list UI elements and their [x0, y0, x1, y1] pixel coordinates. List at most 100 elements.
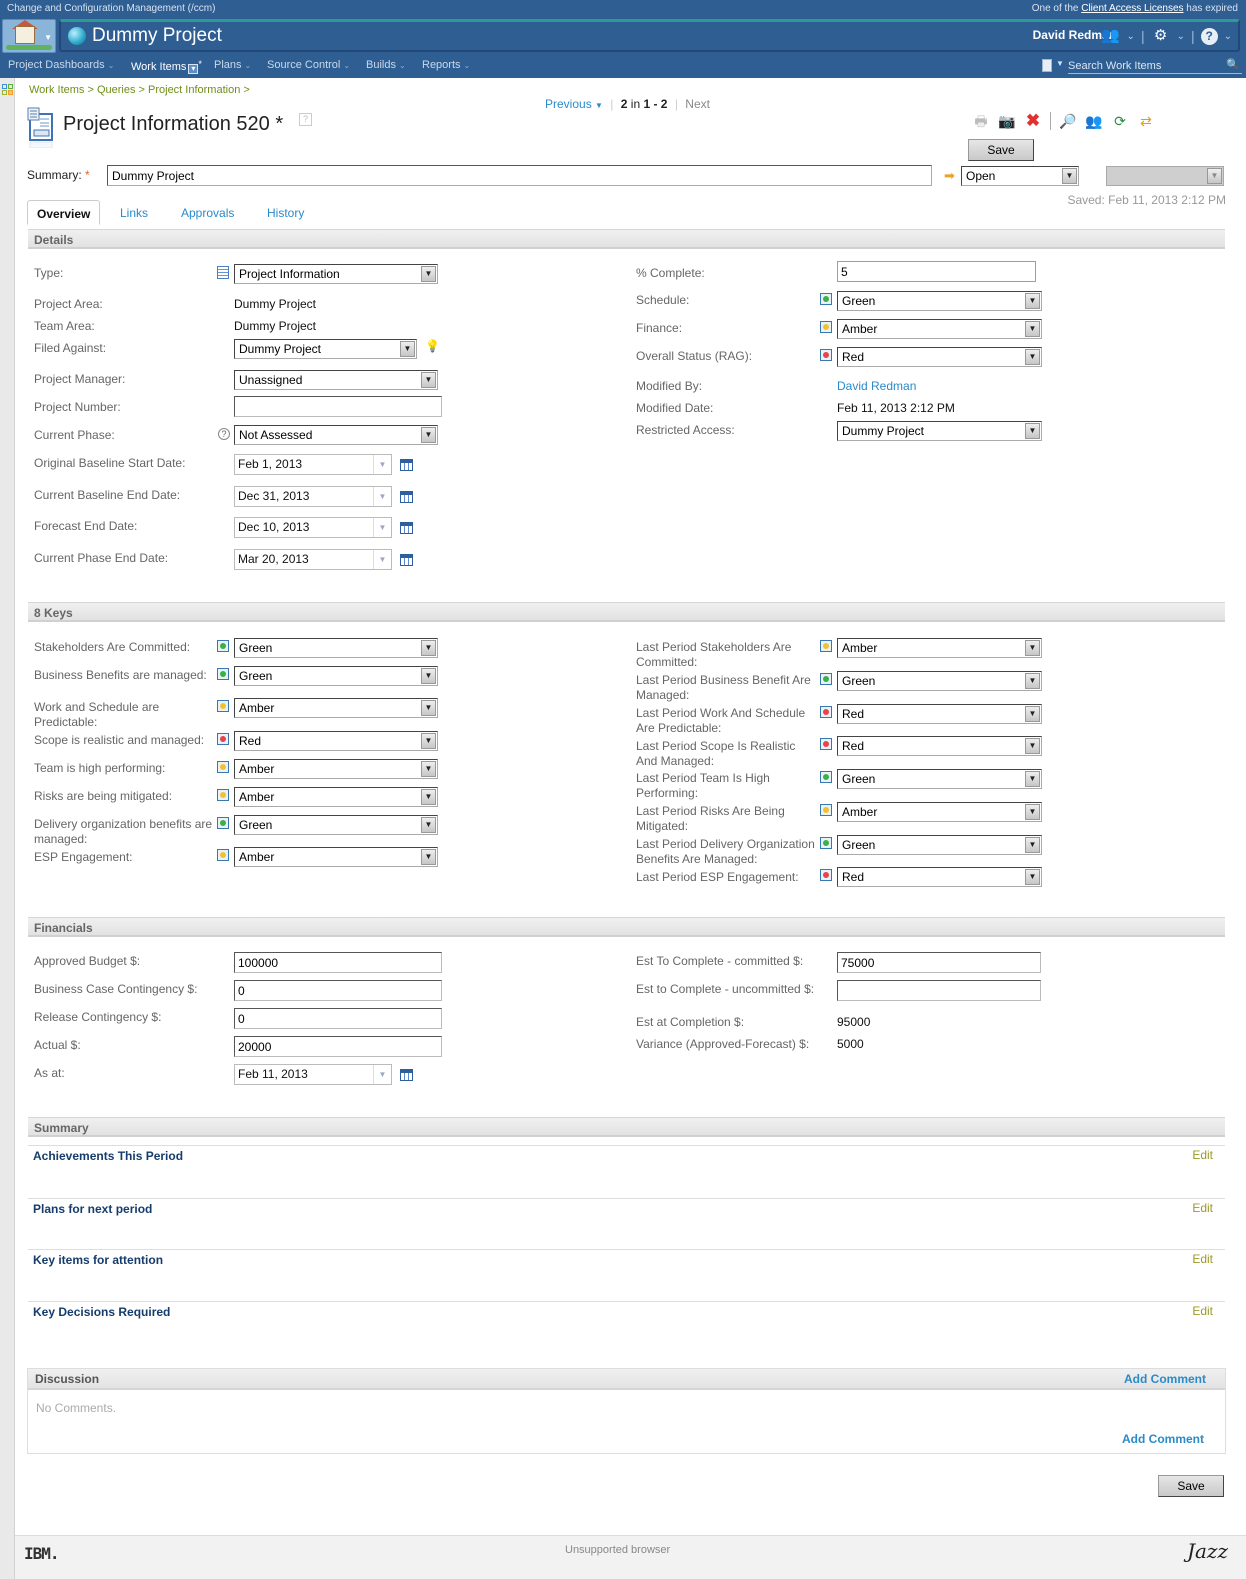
breadcrumb[interactable]: Work Items > Queries > Project Informati… [29, 84, 250, 96]
save-button-bottom[interactable]: Save [1158, 1475, 1224, 1497]
key-select-risks-are-being-mitigated[interactable]: Amber ▼ [234, 787, 438, 807]
current-phase-select[interactable]: Not Assessed ▼ [234, 425, 438, 445]
forecast-end-date[interactable]: Dec 10, 2013 ▼ [234, 517, 392, 538]
calendar-icon[interactable] [400, 554, 413, 566]
chevron-down-icon[interactable]: ▼ [1025, 673, 1040, 689]
key-select-last-period-stakeholders-are-committed[interactable]: Amber ▼ [837, 638, 1042, 658]
key-select-esp-engagement[interactable]: Amber ▼ [234, 847, 438, 867]
nav-project-dashboards[interactable]: Project Dashboards ⌄ [8, 59, 114, 71]
key-select-last-period-esp-engagement[interactable]: Red ▼ [837, 867, 1042, 887]
key-select-work-and-schedule-are-predictable[interactable]: Amber ▼ [234, 698, 438, 718]
chevron-down-icon[interactable]: ▼ [421, 761, 436, 777]
summary-input[interactable] [107, 165, 932, 186]
key-select-scope-is-realistic-and-managed[interactable]: Red ▼ [234, 731, 438, 751]
next-link[interactable]: Next [685, 97, 710, 111]
chevron-down-icon[interactable]: ▼ [373, 487, 391, 506]
query-list-icon[interactable] [1042, 59, 1052, 72]
chevron-down-icon[interactable]: ▼ [373, 518, 391, 537]
nav-reports[interactable]: Reports ⌄ [422, 59, 470, 71]
chevron-down-icon[interactable]: ▼ [1025, 321, 1040, 337]
original-baseline-start-date[interactable]: Feb 1, 2013 ▼ [234, 454, 392, 475]
chevron-down-icon[interactable]: ⌄ [1127, 31, 1135, 42]
calendar-icon[interactable] [400, 1069, 413, 1081]
chevron-down-icon[interactable]: ▼ [421, 668, 436, 684]
chevron-down-icon[interactable]: ▼ [1025, 706, 1040, 722]
calendar-icon[interactable] [400, 491, 413, 503]
key-select-team-is-high-performing[interactable]: Amber ▼ [234, 759, 438, 779]
snapshot-icon[interactable]: 📷 [998, 112, 1016, 130]
key-select-business-benefits-are-managed[interactable]: Green ▼ [234, 666, 438, 686]
tab-overview[interactable]: Overview [27, 200, 101, 225]
chevron-down-icon[interactable]: ▼ [1025, 640, 1040, 656]
etc-committed-input[interactable] [837, 952, 1041, 973]
business-case-contingency-input[interactable] [234, 980, 442, 1001]
chevron-down-icon[interactable]: ▼ [373, 1065, 391, 1084]
search-input[interactable] [1068, 58, 1242, 74]
chevron-down-icon[interactable]: ▼ [421, 266, 436, 282]
chevron-down-icon[interactable]: ▼ [1062, 168, 1077, 184]
nav-work-items[interactable]: Work Items ▾ * [131, 59, 202, 74]
edit-key-decisions-link[interactable]: Edit [1192, 1304, 1213, 1318]
actual-input[interactable] [234, 1036, 442, 1057]
tab-approvals[interactable]: Approvals [172, 200, 243, 225]
type-select[interactable]: Project Information ▼ [234, 264, 438, 284]
key-select-last-period-risks-are-being-mitigated[interactable]: Amber ▼ [837, 802, 1042, 822]
chevron-down-icon[interactable]: ▼ [421, 733, 436, 749]
chevron-down-icon[interactable]: ▼ [400, 341, 415, 357]
home-menu-button[interactable]: ▼ [2, 19, 56, 53]
help-icon[interactable]: ? [299, 113, 312, 126]
edit-key-items-link[interactable]: Edit [1192, 1252, 1213, 1266]
edit-plans-link[interactable]: Edit [1192, 1201, 1213, 1215]
client-access-licenses-link[interactable]: Client Access Licenses [1081, 3, 1183, 14]
restricted-access-select[interactable]: Dummy Project ▼ [837, 421, 1042, 441]
modified-by-link[interactable]: David Redman [837, 379, 916, 393]
chevron-down-icon[interactable]: ▼ [1025, 423, 1040, 439]
key-select-stakeholders-are-committed[interactable]: Green ▼ [234, 638, 438, 658]
calendar-icon[interactable] [400, 522, 413, 534]
chevron-down-icon[interactable]: ▼ [1025, 771, 1040, 787]
chevron-down-icon[interactable]: ▼ [1025, 804, 1040, 820]
chevron-down-icon[interactable]: ⌄ [1177, 31, 1185, 42]
dropdown-icon[interactable]: ▾ [188, 64, 199, 74]
chevron-down-icon[interactable]: ▼ [1025, 869, 1040, 885]
key-select-delivery-organization-benefits-are-managed[interactable]: Green ▼ [234, 815, 438, 835]
finance-select[interactable]: Amber ▼ [837, 319, 1042, 339]
save-button[interactable]: Save [968, 139, 1034, 161]
suggest-category-icon[interactable]: 💡 [425, 339, 440, 354]
chevron-down-icon[interactable]: ▼ [421, 372, 436, 388]
chevron-down-icon[interactable]: ▼ [1025, 738, 1040, 754]
link-icon[interactable]: ⇄ [1137, 112, 1155, 130]
chevron-down-icon[interactable]: ▼ [421, 789, 436, 805]
subscribers-icon[interactable]: 👥 [1085, 112, 1103, 130]
project-title[interactable]: Dummy Project [92, 25, 222, 47]
key-select-last-period-work-and-schedule-are-predictable[interactable]: Red ▼ [837, 704, 1042, 724]
key-select-last-period-business-benefit-are-managed[interactable]: Green ▼ [837, 671, 1042, 691]
chevron-down-icon[interactable]: ▼ [1025, 293, 1040, 309]
chevron-down-icon[interactable]: ⌄ [1224, 31, 1232, 42]
tab-links[interactable]: Links [111, 200, 157, 225]
chevron-down-icon[interactable]: ▼ [373, 455, 391, 474]
add-comment-link-bottom[interactable]: Add Comment [1122, 1432, 1204, 1446]
release-contingency-input[interactable] [234, 1008, 442, 1029]
key-select-last-period-scope-is-realistic-and-managed[interactable]: Red ▼ [837, 736, 1042, 756]
nav-source-control[interactable]: Source Control ⌄ [267, 59, 350, 71]
edit-achievements-link[interactable]: Edit [1192, 1148, 1213, 1162]
approved-budget-input[interactable] [234, 952, 442, 973]
overall-status-select[interactable]: Red ▼ [837, 347, 1042, 367]
print-icon[interactable]: 🖶 [972, 112, 990, 130]
chevron-down-icon[interactable]: ▼ [421, 427, 436, 443]
filed-against-select[interactable]: Dummy Project ▼ [234, 339, 417, 359]
nav-builds[interactable]: Builds ⌄ [366, 59, 406, 71]
current-phase-end-date[interactable]: Mar 20, 2013 ▼ [234, 549, 392, 570]
chevron-down-icon[interactable]: ▼ [1025, 837, 1040, 853]
previous-link[interactable]: Previous ▼ [545, 97, 603, 111]
search-icon[interactable]: 🔍 [1226, 58, 1240, 71]
key-select-last-period-delivery-organization-benefits-are-managed[interactable]: Green ▼ [837, 835, 1042, 855]
key-select-last-period-team-is-high-performing[interactable]: Green ▼ [837, 769, 1042, 789]
help-icon[interactable]: ? [1200, 27, 1218, 45]
calendar-icon[interactable] [400, 459, 413, 471]
find-related-icon[interactable]: 🔎 [1059, 112, 1077, 130]
project-manager-select[interactable]: Unassigned ▼ [234, 370, 438, 390]
percent-complete-input[interactable] [837, 261, 1036, 282]
left-sidebar-strip[interactable] [0, 78, 15, 1579]
